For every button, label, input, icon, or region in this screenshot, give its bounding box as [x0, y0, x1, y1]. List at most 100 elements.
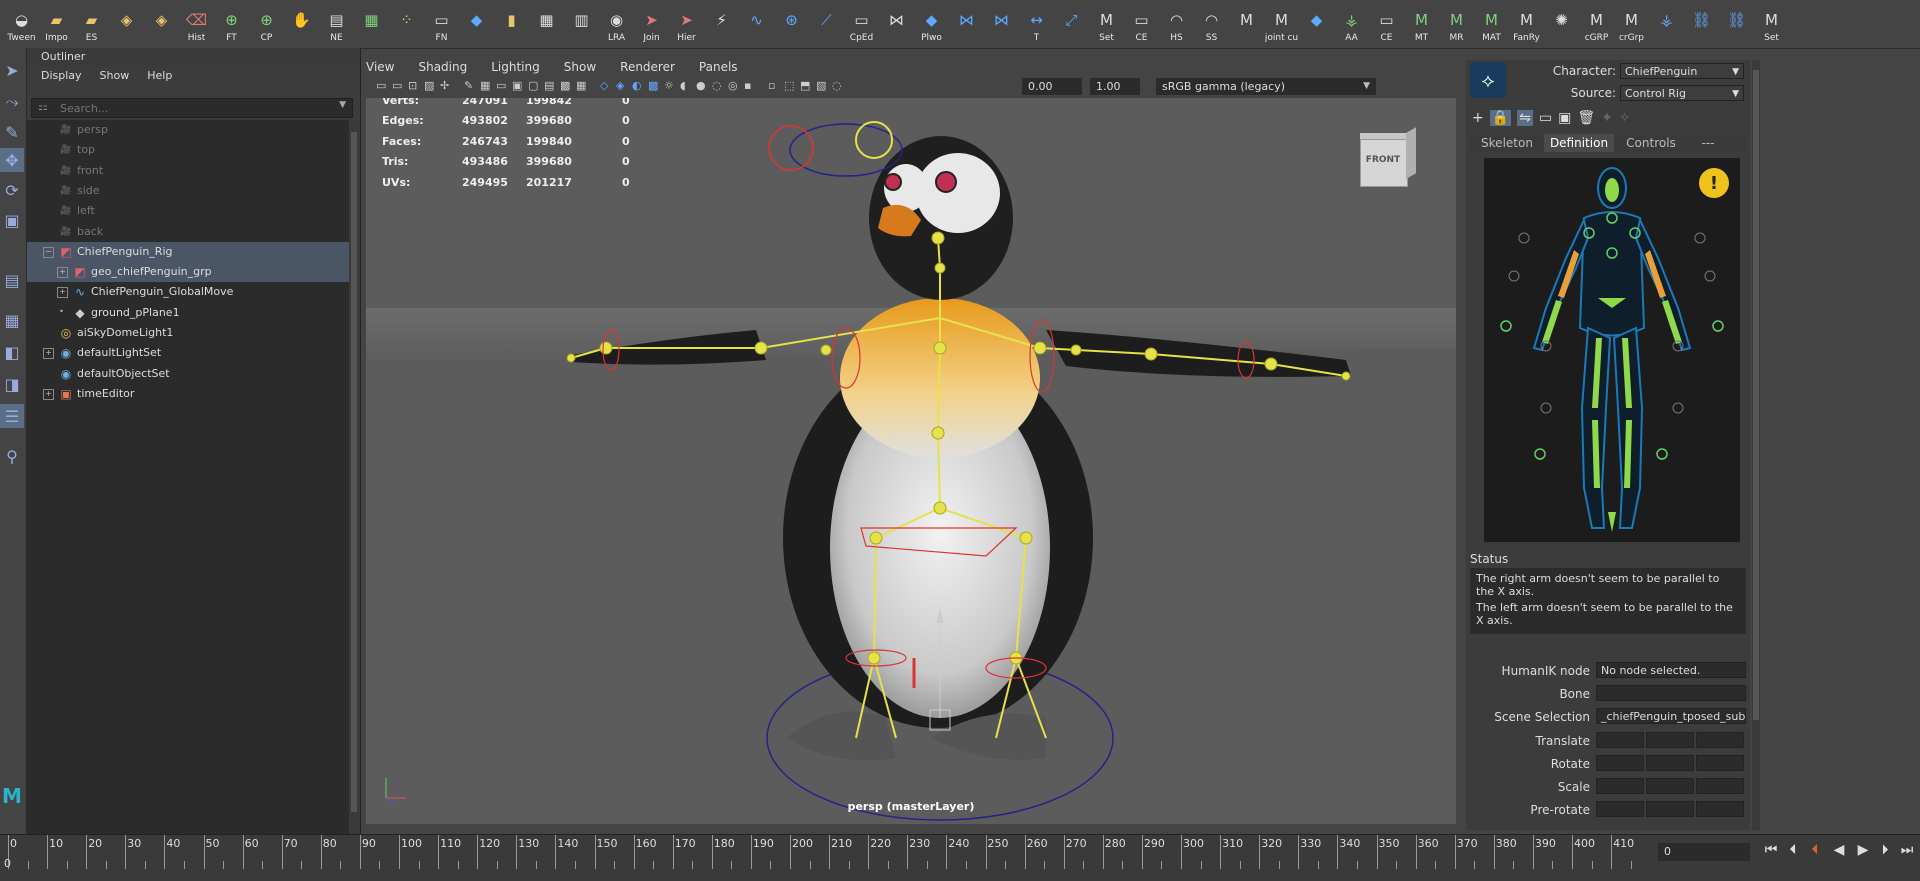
- humanik-scrollbar[interactable]: [1752, 60, 1760, 830]
- image-plane-icon[interactable]: ▨: [424, 79, 436, 93]
- viewport-3d[interactable]: Verts: 247091 199842 0 Edges: 493802 399680 0 Fa…: [366, 98, 1456, 824]
- gamma-field[interactable]: 1.00: [1090, 78, 1140, 95]
- step-forward-key-icon[interactable]: ⏵: [1876, 841, 1894, 859]
- exposure-icon[interactable]: ◌: [832, 79, 844, 93]
- play-forwards-icon[interactable]: ▶: [1854, 841, 1872, 859]
- grease-pencil-icon[interactable]: ✎: [464, 79, 476, 93]
- search-options-icon[interactable]: ▼: [339, 100, 346, 110]
- shelf-button-link[interactable]: ⛓: [1684, 2, 1719, 46]
- shelf-button-curve[interactable]: ∿: [739, 2, 774, 46]
- property-field-x[interactable]: [1596, 754, 1644, 771]
- shelf-button-cped[interactable]: ▭ CpEd: [844, 2, 879, 46]
- go-to-start-icon[interactable]: ⏮: [1762, 841, 1780, 859]
- shelf-button-layers[interactable]: ◈: [109, 2, 144, 46]
- layout-single-icon[interactable]: ▤: [0, 268, 24, 292]
- move-tool-icon[interactable]: ✥: [0, 148, 24, 172]
- viewport-menu-lighting[interactable]: Lighting: [491, 57, 540, 77]
- shelf-button-hand[interactable]: ✋: [284, 2, 319, 46]
- exposure-field[interactable]: 0.00: [1022, 78, 1082, 95]
- outliner-menu-help[interactable]: Help: [147, 66, 172, 86]
- bullet-icon[interactable]: •: [57, 307, 66, 317]
- shelf-button-set[interactable]: M Set: [1089, 2, 1124, 46]
- expand-icon[interactable]: +: [57, 267, 68, 279]
- outliner-item[interactable]: − ◩ ChiefPenguin_Rig: [27, 241, 349, 262]
- viewport-menu-show[interactable]: Show: [564, 57, 596, 77]
- expand-icon[interactable]: +: [43, 388, 54, 400]
- shelf-button-pole[interactable]: ⟋: [809, 2, 844, 46]
- shelf-button-mat[interactable]: M MAT: [1474, 2, 1509, 46]
- smooth-shade-icon[interactable]: ◈: [616, 79, 628, 93]
- select-camera-icon[interactable]: ▭: [376, 79, 388, 93]
- shelf-button-checker[interactable]: ▦: [354, 2, 389, 46]
- outliner-item[interactable]: 🎥 persp: [27, 120, 349, 140]
- shelf-button-aa[interactable]: ⚶ AA: [1334, 2, 1369, 46]
- current-frame-field[interactable]: 0: [1658, 843, 1750, 861]
- property-field-y[interactable]: [1646, 754, 1694, 771]
- shelf-button-constraint[interactable]: ⚶: [1649, 2, 1684, 46]
- xray-joints-icon[interactable]: ⬒: [800, 79, 812, 93]
- shelf-button-ne[interactable]: ▤ NE: [319, 2, 354, 46]
- shelf-button-mirror-weights[interactable]: ⋈: [949, 2, 984, 46]
- motion-blur-icon[interactable]: ◌: [712, 79, 724, 93]
- property-field-z[interactable]: [1696, 801, 1744, 818]
- select-tool-icon[interactable]: ➤: [0, 58, 24, 82]
- shelf-button-mr[interactable]: M MR: [1439, 2, 1474, 46]
- grid-toggle-icon[interactable]: ▦: [480, 79, 492, 93]
- outliner-item[interactable]: ◉ defaultObjectSet: [27, 364, 349, 384]
- shelf-button-ft[interactable]: ⊕ FT: [214, 2, 249, 46]
- shelf-button-move-skin-joints[interactable]: ⤢: [1054, 2, 1089, 46]
- outliner-menu-show[interactable]: Show: [100, 66, 130, 86]
- shelf-button-link-alt[interactable]: ⛓: [1719, 2, 1754, 46]
- shelf-button-fn[interactable]: ▭ FN: [424, 2, 459, 46]
- property-field[interactable]: _chiefPenguin_tposed_subd1: [1596, 708, 1746, 725]
- step-back-frame-icon[interactable]: ⏴: [1806, 841, 1824, 859]
- shelf-button-impo[interactable]: ▰ Impo: [39, 2, 74, 46]
- lock-icon[interactable]: 🔒: [1489, 110, 1512, 126]
- property-field-z[interactable]: [1696, 731, 1744, 748]
- scale-tool-icon[interactable]: ▣: [0, 208, 24, 232]
- tab-controls[interactable]: Controls: [1616, 134, 1686, 152]
- shelf-button-joint-cu[interactable]: Mjoint cu: [1264, 2, 1299, 46]
- outliner-item[interactable]: + ◩ geo_chiefPenguin_grp: [27, 262, 349, 283]
- shelf-button-lattice[interactable]: ⋈: [879, 2, 914, 46]
- tab-skeleton[interactable]: Skeleton: [1472, 134, 1542, 152]
- step-back-key-icon[interactable]: ⏴: [1784, 841, 1802, 859]
- camera-attributes-icon[interactable]: ▭: [392, 79, 404, 93]
- shadows-icon[interactable]: ◖: [680, 79, 692, 93]
- tab-definition[interactable]: Definition: [1544, 134, 1614, 152]
- add-icon[interactable]: +: [1472, 110, 1484, 126]
- shelf-button-cp[interactable]: ⊕ CP: [249, 2, 284, 46]
- shelf-button-group[interactable]: ✺: [1544, 2, 1579, 46]
- shelf-button-join[interactable]: ➤ Join: [634, 2, 669, 46]
- ambient-occlusion-icon[interactable]: ●: [696, 79, 708, 93]
- isolate-select-icon[interactable]: ▫: [768, 79, 780, 93]
- filter-icon[interactable]: ⚏: [38, 100, 48, 113]
- tab-more[interactable]: ---: [1688, 134, 1728, 152]
- default-material-icon[interactable]: ◐: [632, 79, 644, 93]
- delete-icon[interactable]: 🗑: [1577, 110, 1595, 126]
- shelf-button-mel-script[interactable]: M: [1229, 2, 1264, 46]
- shelf-button-t[interactable]: ↔ T: [1019, 2, 1054, 46]
- two-d-pan-icon[interactable]: ✢: [440, 79, 452, 93]
- outliner-item[interactable]: 🎥 back: [27, 222, 349, 242]
- shelf-button-mt[interactable]: M MT: [1404, 2, 1439, 46]
- shelf-button-move-pivot[interactable]: ⁘: [389, 2, 424, 46]
- shelf-button-distribute[interactable]: ▥: [564, 2, 599, 46]
- field-chart-icon[interactable]: ▤: [544, 79, 556, 93]
- viewport-menu-shading[interactable]: Shading: [418, 57, 467, 77]
- outliner-item[interactable]: 🎥 front: [27, 161, 349, 181]
- outliner-menu-display[interactable]: Display: [41, 66, 82, 86]
- source-dropdown[interactable]: Control Rig ▼: [1620, 85, 1744, 101]
- paint-select-icon[interactable]: ✎: [0, 120, 24, 144]
- outliner-item[interactable]: + ◉ defaultLightSet: [27, 343, 349, 363]
- layout-outliner-icon[interactable]: ☰: [0, 404, 24, 428]
- shelf-button-target[interactable]: ⊛: [774, 2, 809, 46]
- character-dropdown[interactable]: ChiefPenguin ▼: [1620, 63, 1744, 79]
- shelf-button-copy-weights[interactable]: ⋈: [984, 2, 1019, 46]
- expand-icon[interactable]: +: [57, 287, 68, 299]
- shelf-button-grid[interactable]: ▦: [529, 2, 564, 46]
- shelf-button-align[interactable]: ▮: [494, 2, 529, 46]
- shelf-button-ss[interactable]: ◠ SS: [1194, 2, 1229, 46]
- time-ruler[interactable]: 0 10 20 30 40 50 60 70 80 90 100 110 120 130 140 150 160…: [0, 835, 1640, 870]
- collapse-icon[interactable]: −: [43, 246, 54, 258]
